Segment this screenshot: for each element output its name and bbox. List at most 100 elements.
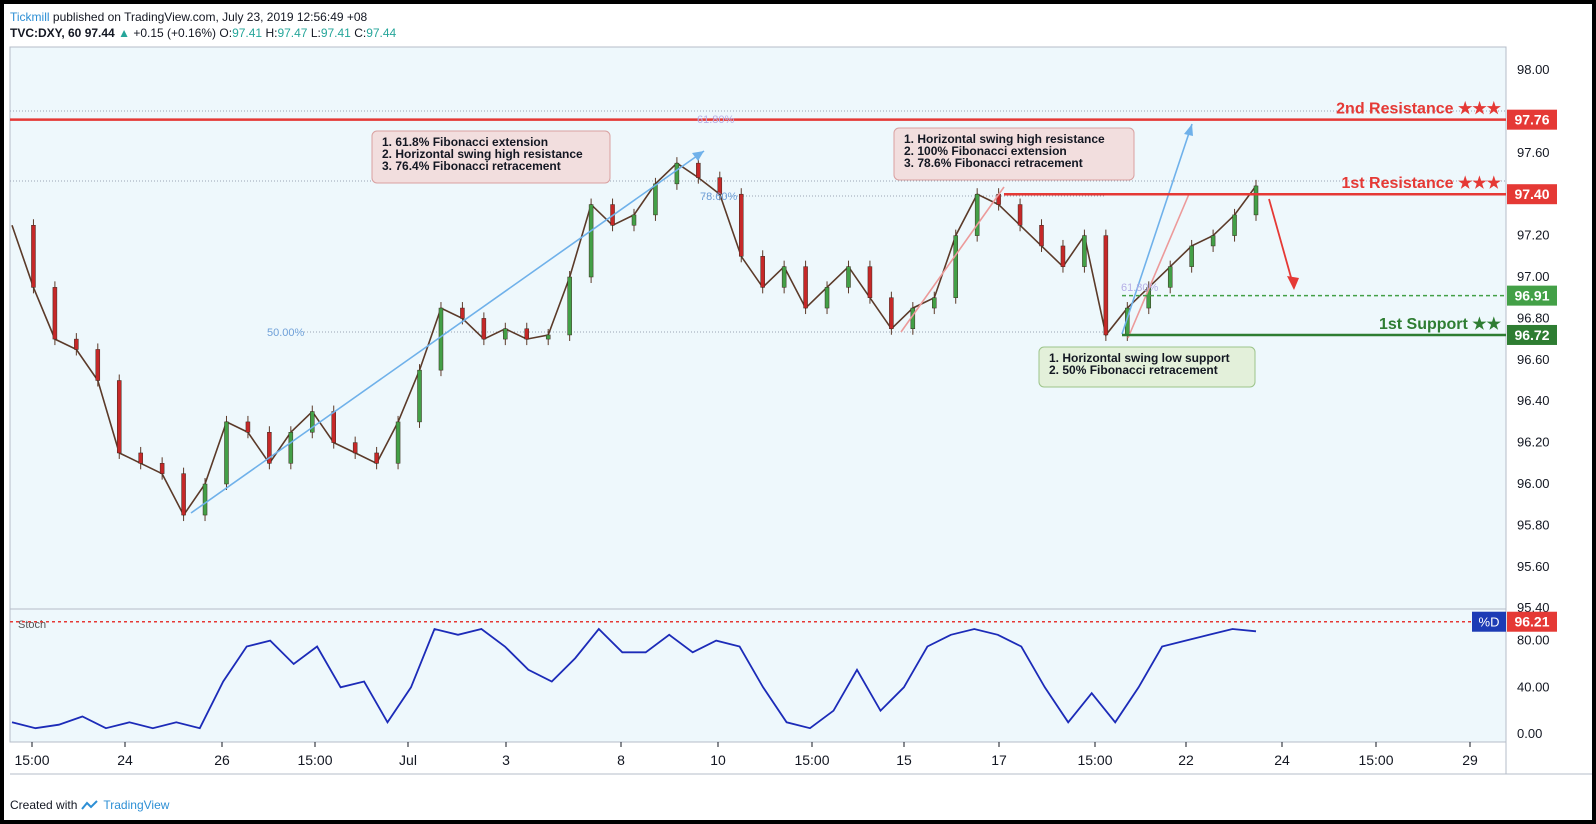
stoch-pane[interactable] <box>9 608 1507 743</box>
level-label: 1st Resistance ★★★ <box>1341 175 1501 192</box>
candle-body <box>932 297 937 309</box>
candle-body <box>738 193 744 257</box>
candle-body <box>1060 245 1066 267</box>
time-tick-label: 15:00 <box>794 752 829 768</box>
candle-body <box>653 183 658 216</box>
price-tick-label: 95.60 <box>1517 559 1550 574</box>
candle-body <box>1189 245 1194 267</box>
level-tag-label: 96.91 <box>1514 288 1549 304</box>
level-tag-label: 96.72 <box>1514 327 1549 343</box>
price-pane[interactable] <box>9 46 1507 610</box>
price-tick-label: 97.00 <box>1517 269 1550 284</box>
candle-body <box>1039 225 1044 247</box>
candle-body <box>138 452 143 464</box>
price-tick-label: 98.00 <box>1517 62 1550 77</box>
candle-body <box>889 297 894 330</box>
stoch-tick-label: 0.00 <box>1517 726 1542 741</box>
time-tick-label: 22 <box>1178 752 1194 768</box>
candle-body <box>974 193 980 236</box>
fib-label: 50.00% <box>267 327 305 339</box>
candle-body <box>224 421 229 485</box>
candle-body <box>352 442 358 454</box>
annotation-line: 2. 50% Fibonacci retracement <box>1049 363 1218 377</box>
time-tick-label: 29 <box>1462 752 1478 768</box>
candle-body <box>781 266 787 288</box>
fib-label: 78.60% <box>700 191 738 203</box>
candle-body <box>867 266 873 298</box>
time-tick-label: 24 <box>1274 752 1290 768</box>
candle-body <box>1103 235 1109 336</box>
candle-body <box>181 473 186 516</box>
fib-label: 61.80% <box>1121 282 1159 294</box>
time-tick-label: 17 <box>991 752 1007 768</box>
price-tick-label: 96.40 <box>1517 393 1550 408</box>
stoch-tick-label: 80.00 <box>1517 633 1550 648</box>
candle-body <box>202 483 208 516</box>
time-tick-label: 26 <box>214 752 230 768</box>
level-tag-label: 97.76 <box>1514 112 1549 128</box>
price-tick-label: 95.80 <box>1517 517 1550 532</box>
candle-body <box>245 421 251 433</box>
stoch-name: Stoch <box>18 619 46 631</box>
time-tick-label: Jul <box>399 752 417 768</box>
time-tick-label: 15:00 <box>14 752 49 768</box>
time-tick-label: 15 <box>896 752 912 768</box>
stoch-tick-label: 40.00 <box>1517 679 1550 694</box>
candle-body <box>953 235 958 298</box>
stoch-badge-label: %D <box>1479 615 1500 630</box>
chart-frame: Tickmill published on TradingView.com, J… <box>4 4 1592 820</box>
stoch-value-tag: 96.21 <box>1514 614 1549 630</box>
fib-label: 61.80% <box>697 114 735 126</box>
candle-body <box>545 334 551 340</box>
candle-body <box>631 214 637 226</box>
annotation-line: 3. 78.6% Fibonacci retracement <box>904 156 1083 170</box>
time-tick-label: 10 <box>710 752 726 768</box>
candle-body <box>696 162 701 178</box>
footer: Created with TradingView <box>10 798 169 812</box>
price-tick-label: 96.20 <box>1517 435 1550 450</box>
time-tick-label: 8 <box>617 752 625 768</box>
candle-body <box>524 328 530 340</box>
candle-body <box>567 276 572 336</box>
candle-body <box>503 328 508 340</box>
candle-body <box>331 411 336 443</box>
candle-body <box>31 225 36 288</box>
candle-body <box>1232 214 1237 236</box>
time-axis-ticks[interactable]: 15:00 24 26 15:00 Jul 3 8 10 15:00 15 17 15:00 22 24 1… <box>14 742 1478 768</box>
tradingview-logo-icon <box>81 800 99 810</box>
level-label: 2nd Resistance ★★★ <box>1336 101 1502 118</box>
price-tick-label: 96.60 <box>1517 352 1550 367</box>
time-tick-label: 15:00 <box>1077 752 1112 768</box>
time-tick-label: 15:00 <box>1358 752 1393 768</box>
candle-body <box>824 287 830 309</box>
candle-body <box>417 369 422 423</box>
tradingview-link[interactable]: TradingView <box>103 798 169 812</box>
candle-body <box>1082 235 1087 267</box>
candle-body <box>674 162 680 185</box>
time-tick-label: 3 <box>502 752 510 768</box>
price-tick-label: 97.20 <box>1517 228 1550 243</box>
candle-body <box>438 307 444 371</box>
level-tag-label: 97.40 <box>1514 186 1549 202</box>
candle-body <box>288 432 294 464</box>
created-with-text: Created with <box>10 798 78 812</box>
chart-svg[interactable]: 98.00 97.76 97.60 97.40 97.20 97.00 96.80 96.60… <box>4 4 1592 820</box>
time-tick-label: 24 <box>117 752 133 768</box>
price-tick-label: 96.80 <box>1517 310 1550 325</box>
candle-body <box>481 318 487 340</box>
candle-body <box>74 338 79 350</box>
candle-body <box>395 421 401 464</box>
candle-body <box>1253 185 1259 216</box>
candle-body <box>95 349 101 381</box>
candle-body <box>159 463 165 474</box>
annotation-line: 3. 76.4% Fibonacci retracement <box>382 159 561 173</box>
candle-body <box>846 266 851 288</box>
candle-body <box>1167 266 1173 288</box>
price-axis-ticks[interactable]: 98.00 97.76 97.60 97.40 97.20 97.00 96.80 96.60… <box>1517 62 1550 741</box>
price-tick-label: 97.60 <box>1517 145 1550 160</box>
candle-body <box>52 287 58 340</box>
time-tick-label: 15:00 <box>297 752 332 768</box>
candle-body <box>460 307 465 319</box>
candle-body <box>760 256 765 288</box>
candle-body <box>374 452 379 464</box>
